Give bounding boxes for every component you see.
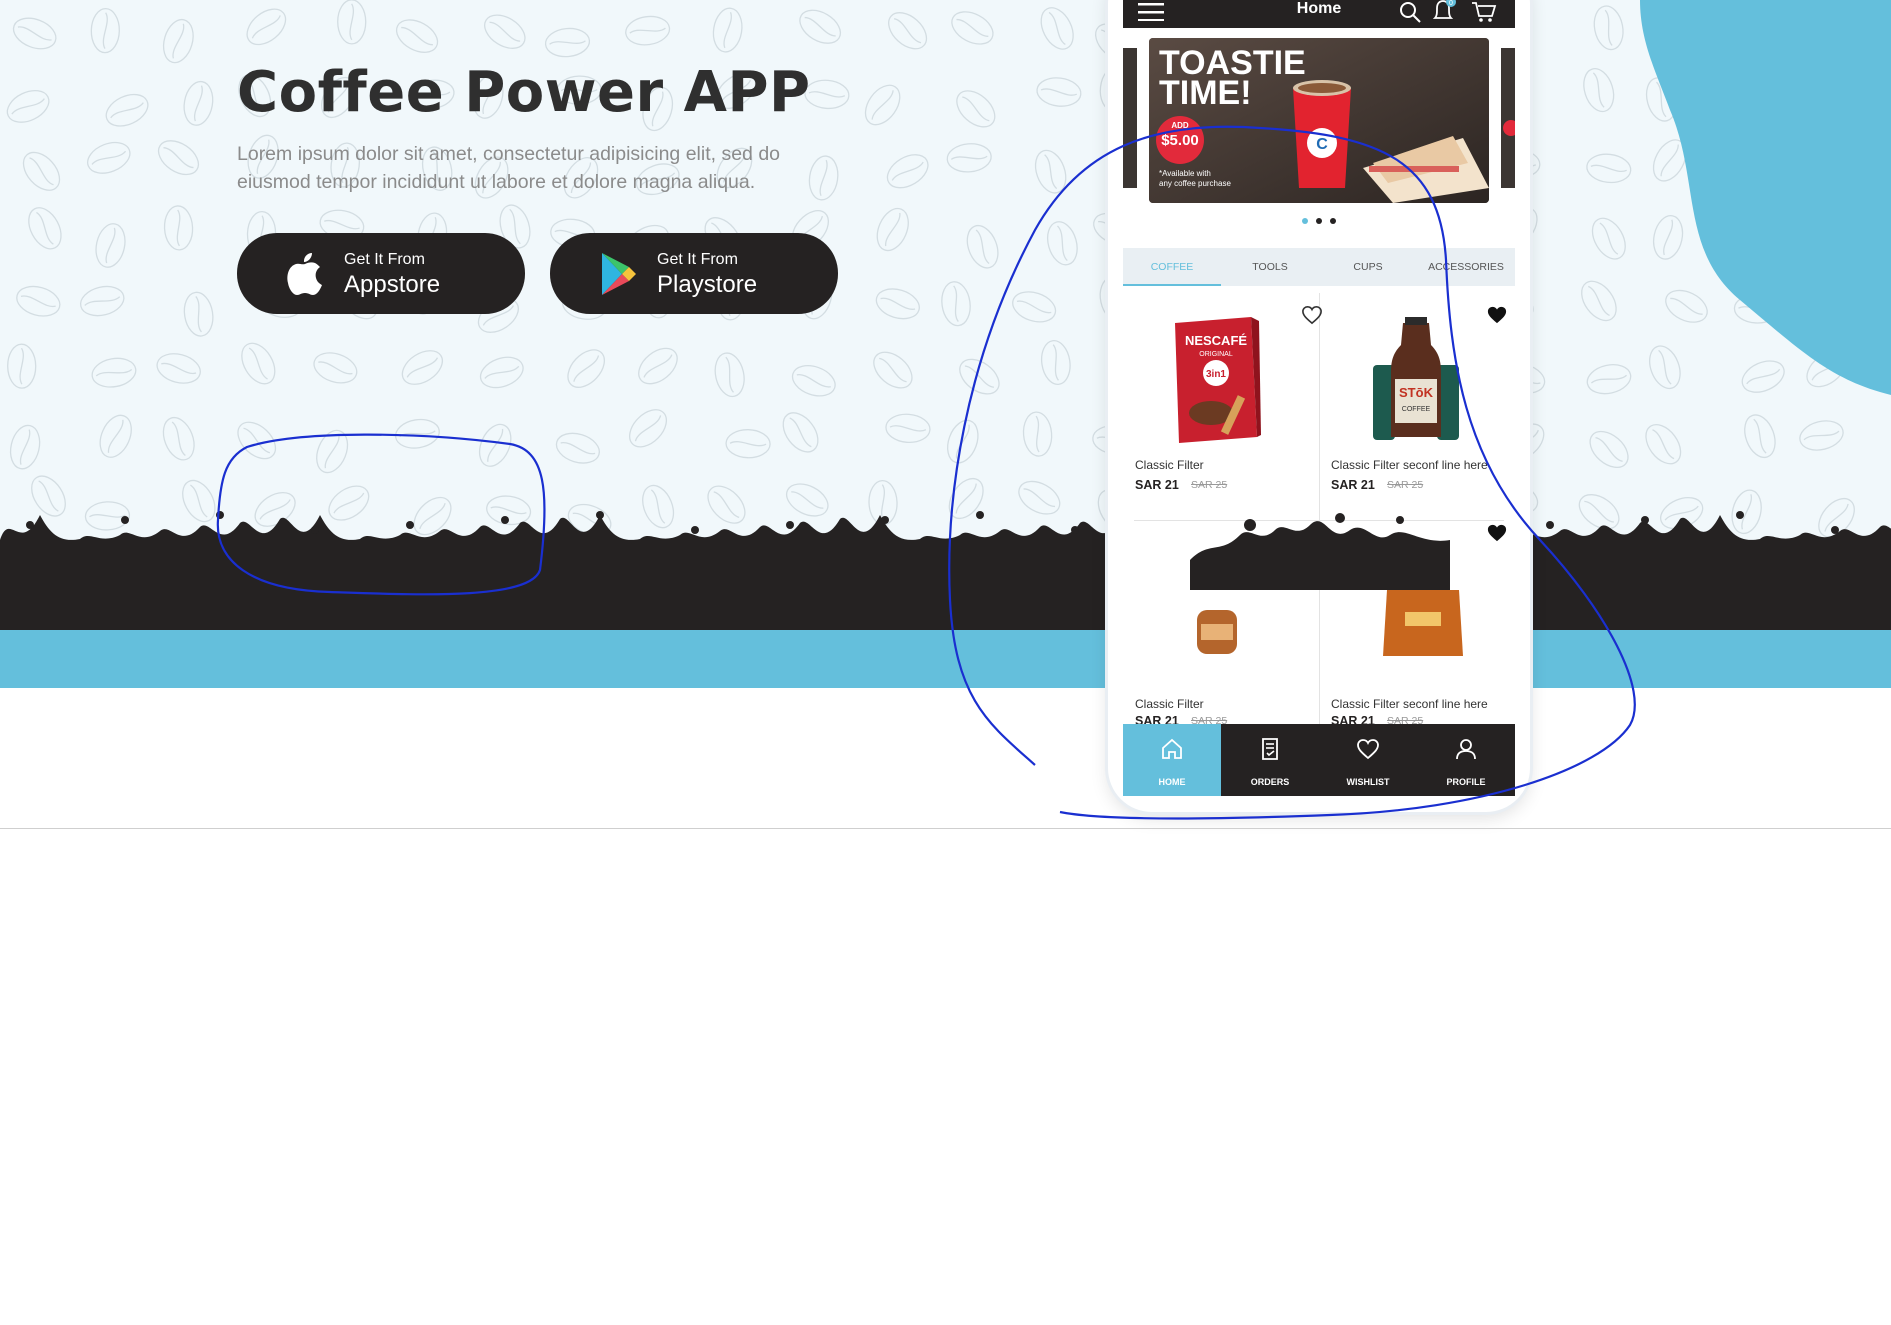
copyright-text: Copyright © 2019 Coffee Power. All right… [1688, 1278, 1876, 1322]
product-name: Classic Filter [1135, 458, 1204, 472]
tab-tools[interactable]: TOOLS [1221, 248, 1319, 286]
playstore-button[interactable]: Get It From Playstore [550, 233, 838, 314]
orders-icon [1262, 738, 1278, 760]
blue-wave-shape [1640, 0, 1891, 395]
product-name: Classic Filter seconf line here [1331, 458, 1488, 472]
banner-caption-1: *Available with [1159, 169, 1211, 178]
notification-bell-icon[interactable]: 0 [1431, 0, 1457, 24]
playstore-label: Playstore [657, 271, 758, 298]
apple-icon [287, 253, 322, 295]
wishlist-heart-filled-icon[interactable] [1486, 305, 1508, 325]
nav-orders[interactable]: ORDERS [1221, 724, 1319, 796]
nav-home[interactable]: HOME [1123, 724, 1221, 796]
product-image-coffee-jar [1197, 610, 1237, 654]
product-image-stok: STōK COFFEE [1373, 317, 1459, 440]
search-icon[interactable] [1399, 1, 1421, 23]
notification-badge: 0 [1449, 0, 1453, 7]
carousel-dot-active[interactable] [1302, 218, 1308, 224]
phone-mockup: Home 0 C TOASTIE TIME! ADD $5.00 *Availa… [1108, 0, 1530, 812]
nescafe-sub-text: ORIGINAL [1199, 351, 1233, 358]
stok-logo-text: STōK [1399, 385, 1434, 400]
appstore-label: Appstore [344, 271, 441, 298]
product-image-coffee-bag [1383, 590, 1463, 656]
banner-caption-2: any coffee purchase [1159, 179, 1231, 188]
nav-label: WISHLIST [1346, 777, 1390, 787]
hero-description: Lorem ipsum dolor sit amet, consectetur … [237, 143, 781, 193]
dark-band [0, 560, 1891, 630]
cart-icon[interactable] [1471, 1, 1497, 23]
profile-icon [1456, 739, 1476, 760]
home-icon [1162, 738, 1182, 759]
nav-label: HOME [1158, 777, 1186, 787]
product-card[interactable]: NESCAFÉ ORIGINAL 3in1 Classic Filter SAR… [1123, 293, 1322, 518]
heart-icon [1357, 739, 1379, 760]
banner-badge-top: ADD [1171, 121, 1189, 130]
nav-wishlist[interactable]: WISHLIST [1319, 724, 1417, 796]
product-card[interactable]: STōK COFFEE Classic Filter seconf line h… [1319, 293, 1515, 518]
category-tabs: COFFEE TOOLS CUPS ACCESSORIES [1123, 248, 1515, 286]
carousel-dot[interactable] [1330, 218, 1336, 224]
product-price: SAR 21 [1135, 478, 1179, 492]
coffee-splash-overlay [1190, 513, 1450, 590]
footer-band: Copyright © 2019 Coffee Power. All right… [0, 630, 1891, 1322]
nav-profile[interactable]: PROFILE [1417, 724, 1515, 796]
google-play-icon [602, 253, 636, 295]
product-old-price: SAR 25 [1191, 479, 1228, 491]
carousel-dot[interactable] [1316, 218, 1322, 224]
nav-label: PROFILE [1446, 777, 1486, 787]
stok-sub-text: COFFEE [1402, 406, 1431, 413]
page-title: Coffee Power APP [237, 60, 811, 125]
playstore-small-label: Get It From [657, 251, 738, 268]
carousel-indicator [1108, 218, 1530, 224]
product-price: SAR 21 [1331, 478, 1375, 492]
banner-headline-2: TIME! [1159, 74, 1252, 112]
banner-carousel[interactable]: C TOASTIE TIME! ADD $5.00 *Available wit… [1123, 38, 1515, 203]
page-divider [0, 828, 1891, 829]
app-header: Home 0 [1123, 0, 1515, 28]
product-name: Classic Filter seconf line here [1331, 697, 1488, 711]
tab-coffee[interactable]: COFFEE [1123, 248, 1221, 286]
banner-badge-price: $5.00 [1161, 132, 1199, 149]
nav-label: ORDERS [1250, 777, 1290, 787]
product-old-price: SAR 25 [1387, 479, 1424, 491]
appstore-small-label: Get It From [344, 251, 425, 268]
tab-accessories[interactable]: ACCESSORIES [1417, 248, 1515, 286]
product-image-nescafe: NESCAFÉ ORIGINAL 3in1 [1175, 317, 1261, 443]
nescafe-mix-text: 3in1 [1206, 369, 1226, 380]
wishlist-heart-filled-icon[interactable] [1486, 523, 1508, 543]
tab-cups[interactable]: CUPS [1319, 248, 1417, 286]
appstore-button[interactable]: Get It From Appstore [237, 233, 525, 314]
bottom-navigation: HOME ORDERS WISHLIST PROFILE [1123, 724, 1515, 796]
product-name: Classic Filter [1135, 697, 1204, 711]
nescafe-logo-text: NESCAFÉ [1185, 333, 1247, 348]
svg-text:C: C [1316, 136, 1328, 153]
